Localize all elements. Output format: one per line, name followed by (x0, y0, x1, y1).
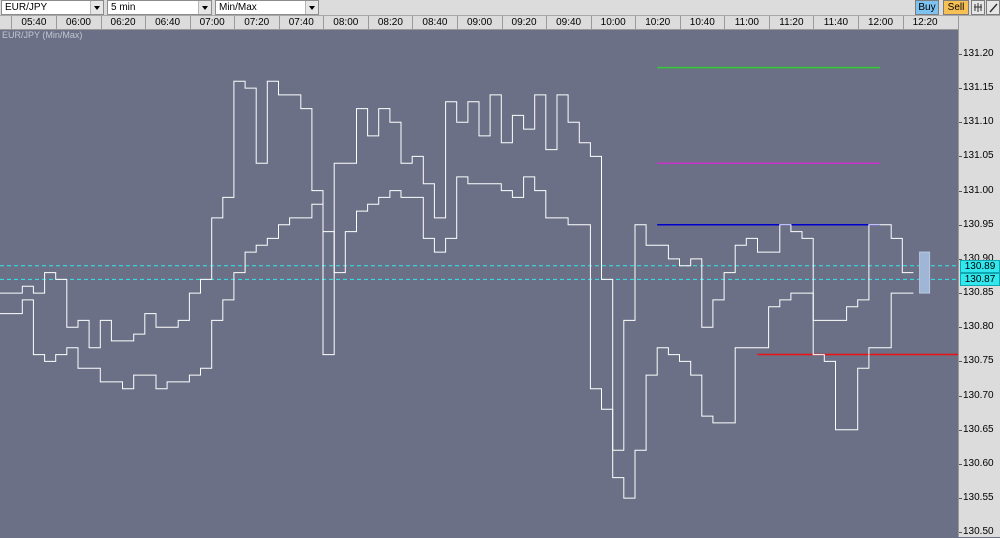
y-tick-label: 130.95 (963, 218, 994, 230)
y-tick-label: 130.70 (963, 389, 994, 401)
y-tick-mark (959, 395, 962, 397)
y-tick-label: 131.10 (963, 116, 994, 128)
price-chart[interactable] (0, 0, 958, 537)
y-tick-mark (959, 463, 962, 465)
y-tick-mark (959, 53, 962, 55)
settings-icon (974, 3, 982, 12)
y-tick-mark (959, 88, 962, 90)
current-candle (919, 251, 931, 294)
price-axis: 131.20 131.15 131.10 131.05 131.00 130.95 130.… (958, 16, 1000, 537)
current-price-label-1: 130.87 (960, 273, 1000, 287)
y-tick-label: 130.60 (963, 457, 994, 469)
y-tick-label: 130.75 (963, 355, 994, 367)
y-tick-mark (959, 224, 962, 226)
y-tick-label: 130.80 (963, 321, 994, 333)
draw-button[interactable] (986, 0, 1000, 15)
y-tick-label: 130.50 (963, 526, 994, 538)
y-tick-label: 131.00 (963, 184, 994, 196)
pencil-icon (989, 3, 998, 13)
y-tick-mark (959, 361, 962, 363)
y-tick-label: 131.15 (963, 82, 994, 94)
y-tick-label: 131.05 (963, 150, 994, 162)
y-tick-label: 130.55 (963, 492, 994, 504)
y-tick-label: 130.85 (963, 287, 994, 299)
y-tick-mark (959, 327, 962, 329)
y-tick-mark (959, 532, 962, 534)
current-price-label-0: 130.89 (960, 259, 1000, 273)
y-tick-mark (959, 122, 962, 124)
y-tick-label: 130.65 (963, 423, 994, 435)
y-tick-mark (959, 190, 962, 192)
y-tick-mark (959, 156, 962, 158)
settings-button[interactable] (971, 0, 985, 15)
y-tick-mark (959, 293, 962, 295)
y-tick-mark (959, 498, 962, 500)
y-tick-mark (959, 429, 962, 431)
y-tick-label: 131.20 (963, 47, 994, 59)
